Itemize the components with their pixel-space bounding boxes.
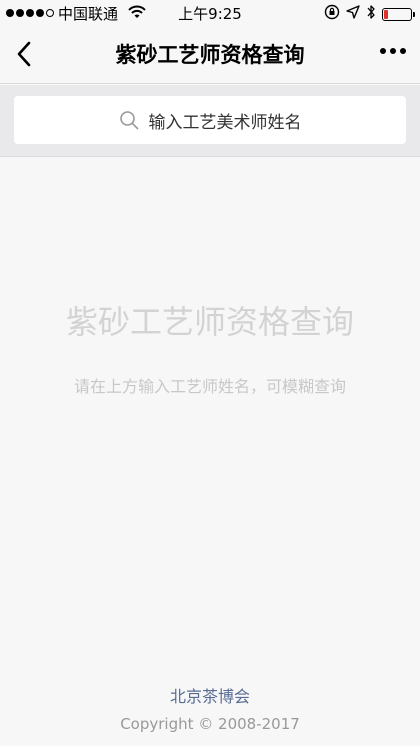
more-dot <box>400 48 406 54</box>
footer-copyright: Copyright © 2008-2017 <box>120 715 300 733</box>
empty-state-title: 紫砂工艺师资格查询 <box>65 303 354 341</box>
chevron-left-icon <box>16 41 32 71</box>
battery-level <box>384 9 388 19</box>
more-dot <box>380 48 386 54</box>
rotation-lock-icon <box>324 4 340 24</box>
page-title: 紫砂工艺师资格查询 <box>115 43 305 67</box>
more-button[interactable] <box>380 48 406 54</box>
status-bar: 中国联通 上午9:25 <box>0 0 420 28</box>
search-icon <box>119 110 139 130</box>
footer-link[interactable]: 北京茶博会 <box>0 686 420 708</box>
back-button[interactable] <box>8 40 40 72</box>
search-input[interactable]: 输入工艺美术师姓名 <box>14 96 406 144</box>
search-placeholder: 输入工艺美术师姓名 <box>148 112 302 133</box>
more-dot <box>390 48 396 54</box>
status-right-group <box>324 4 415 24</box>
battery-icon <box>382 7 415 21</box>
search-bar-container: 输入工艺美术师姓名 <box>0 85 420 157</box>
empty-state-hint: 请在上方输入工艺师姓名，可模糊查询 <box>73 377 346 396</box>
nav-bar: 紫砂工艺师资格查询 <box>0 28 420 84</box>
bluetooth-icon <box>366 4 376 24</box>
location-arrow-icon <box>346 5 360 23</box>
